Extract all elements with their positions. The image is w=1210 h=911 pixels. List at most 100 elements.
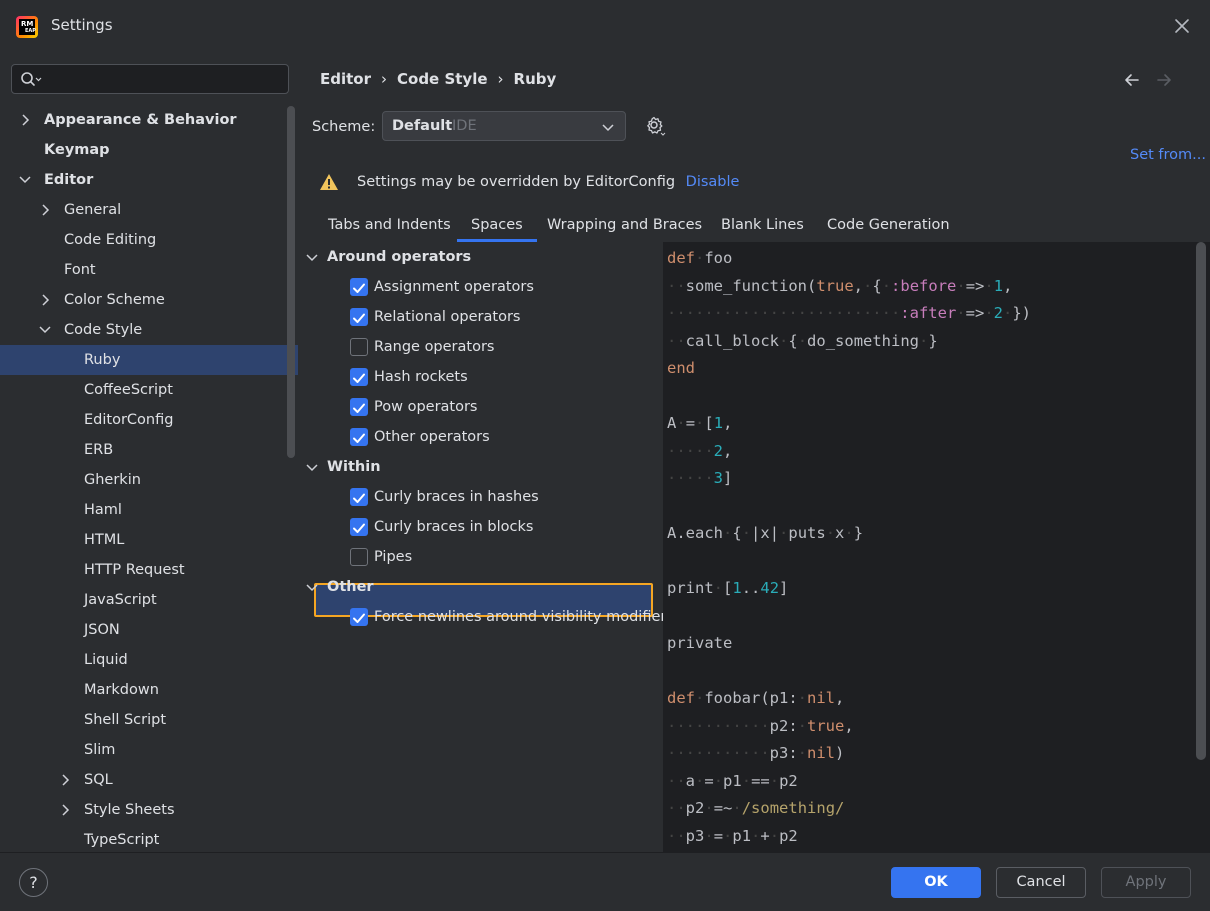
checkbox-checked[interactable] xyxy=(350,368,368,386)
close-icon[interactable] xyxy=(1170,14,1194,38)
checkbox-checked[interactable] xyxy=(350,398,368,416)
sidebar-item-haml[interactable]: Haml xyxy=(0,495,298,525)
set-from-link[interactable]: Set from... xyxy=(1130,147,1206,163)
sidebar-item-style-sheets[interactable]: Style Sheets xyxy=(0,795,298,825)
check-icon xyxy=(353,493,365,503)
option-hash-rockets[interactable]: Hash rockets xyxy=(298,362,663,392)
sidebar-item-label: Style Sheets xyxy=(84,802,175,818)
spaces-options-tree: Around operators Assignment operators Rela… xyxy=(298,242,674,852)
option-other-operators[interactable]: Other operators xyxy=(298,422,663,452)
tab-blank-lines[interactable]: Blank Lines xyxy=(707,212,818,242)
breadcrumb-editor[interactable]: Editor xyxy=(320,70,371,88)
sidebar-item-slim[interactable]: Slim xyxy=(0,735,298,765)
tab-tabs-and-indents[interactable]: Tabs and Indents xyxy=(314,212,465,242)
option-label: Pipes xyxy=(374,549,413,565)
group-around-operators[interactable]: Around operators xyxy=(298,242,663,272)
breadcrumb-code-style[interactable]: Code Style xyxy=(397,70,488,88)
forward-arrow-icon[interactable] xyxy=(1154,70,1174,90)
checkbox-checked[interactable] xyxy=(350,278,368,296)
sidebar-item-http-request[interactable]: HTTP Request xyxy=(0,555,298,585)
option-assignment-operators[interactable]: Assignment operators xyxy=(298,272,663,302)
code-preview: def·foo ··some_function(true,·{·:before·=… xyxy=(663,242,1210,852)
sidebar-item-coffeescript[interactable]: CoffeeScript xyxy=(0,375,298,405)
sidebar-item-gherkin[interactable]: Gherkin xyxy=(0,465,298,495)
group-within[interactable]: Within xyxy=(298,452,663,482)
sidebar-item-erb[interactable]: ERB xyxy=(0,435,298,465)
ok-button[interactable]: OK xyxy=(891,867,981,898)
chevron-right-icon[interactable] xyxy=(58,795,72,825)
sidebar-item-color-scheme[interactable]: Color Scheme xyxy=(0,285,298,315)
option-label: Pow operators xyxy=(374,399,478,415)
option-curly-braces-in-hashes[interactable]: Curly braces in hashes xyxy=(298,482,663,512)
back-arrow-icon[interactable] xyxy=(1122,70,1142,90)
sidebar-item-label: Font xyxy=(64,262,96,278)
option-curly-braces-in-blocks[interactable]: Curly braces in blocks xyxy=(298,512,663,542)
sidebar-item-code-editing[interactable]: Code Editing xyxy=(0,225,298,255)
gear-icon[interactable] xyxy=(644,115,666,137)
sidebar-item-json[interactable]: JSON xyxy=(0,615,298,645)
sidebar-item-appearance-behavior[interactable]: Appearance & Behavior xyxy=(0,105,298,135)
sidebar-item-ruby[interactable]: Ruby xyxy=(0,345,298,375)
option-pipes[interactable]: Pipes xyxy=(298,542,663,572)
tab-code-generation[interactable]: Code Generation xyxy=(813,212,964,242)
sidebar-item-font[interactable]: Font xyxy=(0,255,298,285)
code-line: print·[1..42] xyxy=(667,579,789,597)
scheme-label: Scheme: xyxy=(312,119,376,135)
scheme-dropdown[interactable]: Default IDE xyxy=(382,111,626,141)
warning-icon xyxy=(320,174,338,190)
sidebar-item-editorconfig[interactable]: EditorConfig xyxy=(0,405,298,435)
chevron-right-icon[interactable] xyxy=(38,285,52,315)
tab-spaces[interactable]: Spaces xyxy=(457,212,537,242)
sidebar-item-typescript[interactable]: TypeScript xyxy=(0,825,298,855)
chevron-down-icon[interactable] xyxy=(305,460,319,474)
checkbox-checked[interactable] xyxy=(350,608,368,626)
sidebar-item-sql[interactable]: SQL xyxy=(0,765,298,795)
preview-scrollbar[interactable] xyxy=(1196,242,1206,760)
option-force-newlines-around-visibility-modifiers[interactable]: Force newlines around visibility modifie… xyxy=(298,602,674,632)
check-icon xyxy=(353,613,365,623)
sidebar-item-html[interactable]: HTML xyxy=(0,525,298,555)
sidebar-item-shell-script[interactable]: Shell Script xyxy=(0,705,298,735)
chevron-right-icon[interactable] xyxy=(38,195,52,225)
group-other[interactable]: Other xyxy=(298,572,663,602)
cancel-button[interactable]: Cancel xyxy=(996,867,1086,898)
check-icon xyxy=(353,313,365,323)
sidebar-scrollbar[interactable] xyxy=(287,106,295,458)
sidebar-item-editor[interactable]: Editor xyxy=(0,165,298,195)
title-bar: RM EAP Settings xyxy=(0,0,1210,52)
sidebar-item-label: JavaScript xyxy=(84,592,157,608)
option-range-operators[interactable]: Range operators xyxy=(298,332,663,362)
sidebar-item-keymap[interactable]: Keymap xyxy=(0,135,298,165)
checkbox-checked[interactable] xyxy=(350,308,368,326)
code-line: ··a·=·p1·==·p2 xyxy=(667,771,798,790)
sidebar-item-general[interactable]: General xyxy=(0,195,298,225)
option-relational-operators[interactable]: Relational operators xyxy=(298,302,663,332)
apply-button[interactable]: Apply xyxy=(1101,867,1191,898)
chevron-right-icon[interactable] xyxy=(58,765,72,795)
checkbox-checked[interactable] xyxy=(350,428,368,446)
checkbox-checked[interactable] xyxy=(350,518,368,536)
checkbox-unchecked[interactable] xyxy=(350,548,368,566)
chevron-down-icon[interactable] xyxy=(38,315,52,345)
settings-search-input[interactable] xyxy=(11,64,289,94)
code-line: ·························:after·=>·2·}) xyxy=(667,304,1032,322)
checkbox-checked[interactable] xyxy=(350,488,368,506)
sidebar-item-label: Shell Script xyxy=(84,712,167,728)
chevron-down-icon[interactable] xyxy=(305,580,319,594)
chevron-down-icon[interactable] xyxy=(18,165,32,195)
check-icon xyxy=(353,433,365,443)
sidebar-item-liquid[interactable]: Liquid xyxy=(0,645,298,675)
option-label: Other operators xyxy=(374,429,490,445)
chevron-down-icon[interactable] xyxy=(305,250,319,264)
option-pow-operators[interactable]: Pow operators xyxy=(298,392,663,422)
help-button[interactable]: ? xyxy=(19,868,48,897)
sidebar-item-label: CoffeeScript xyxy=(84,382,173,398)
chevron-right-icon[interactable] xyxy=(18,105,32,135)
sidebar-item-javascript[interactable]: JavaScript xyxy=(0,585,298,615)
sidebar-item-code-style[interactable]: Code Style xyxy=(0,315,298,345)
code-line: A·=·[1, xyxy=(667,414,733,432)
disable-editorconfig-link[interactable]: Disable xyxy=(686,174,740,190)
sidebar-item-markdown[interactable]: Markdown xyxy=(0,675,298,705)
tab-wrapping-and-braces[interactable]: Wrapping and Braces xyxy=(533,212,716,242)
checkbox-unchecked[interactable] xyxy=(350,338,368,356)
